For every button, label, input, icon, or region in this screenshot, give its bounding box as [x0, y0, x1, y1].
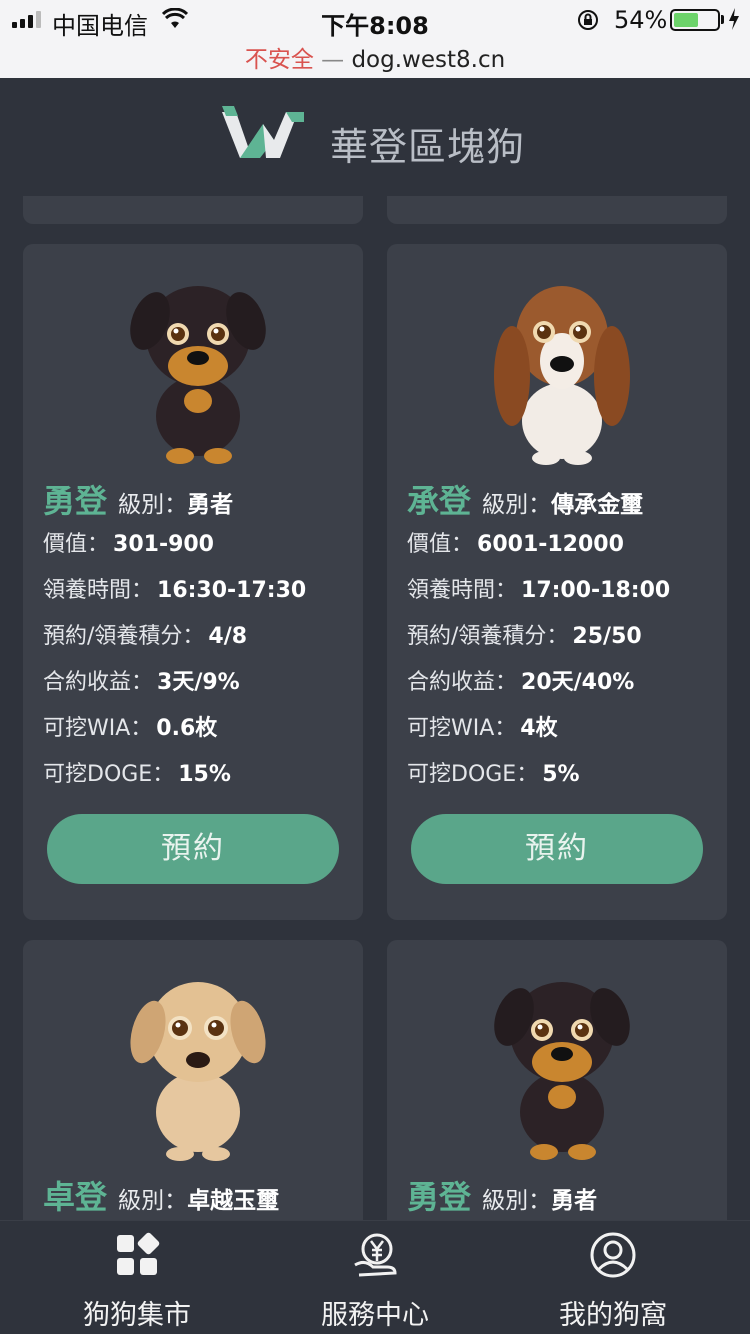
price-row: 價值： 6001-12000: [407, 526, 624, 558]
bottom-nav: 狗狗集市 服務中心 我的狗窩: [0, 1220, 750, 1334]
price-label: 價值：: [407, 532, 474, 557]
reserve-points-value: 25/50: [572, 624, 642, 649]
price-row: 價值： 301-900: [43, 526, 214, 558]
card-stub-right: [387, 196, 727, 224]
level-label: 級別：: [482, 1188, 552, 1214]
price-value: 301-900: [113, 532, 214, 557]
dog-title-row: 勇登 級別：勇者: [43, 476, 233, 522]
dog-card: 勇登 級別：勇者 價值： 301-900 領養時間： 16:30-17:30 預約/…: [23, 244, 363, 920]
nav-my-kennel[interactable]: 我的狗窩: [488, 1221, 738, 1334]
wia-value: 4枚: [520, 716, 558, 741]
orientation-lock-icon: [578, 10, 598, 30]
level-label: 級別：: [482, 492, 552, 518]
domain-text: dog.west8.cn: [351, 47, 506, 73]
adopt-time-row: 領養時間： 17:00-18:00: [407, 572, 670, 604]
app-header: 華登區塊狗: [0, 78, 750, 194]
user-circle-icon: [590, 1232, 636, 1278]
contract-label: 合約收益：: [43, 670, 154, 695]
reserve-points-value: 4/8: [208, 624, 248, 649]
charging-bolt-icon: [729, 8, 739, 30]
wia-label: 可挖WIA：: [43, 716, 153, 741]
nav-service-center[interactable]: 服務中心: [250, 1221, 500, 1334]
contract-label: 合約收益：: [407, 670, 518, 695]
wia-label: 可挖WIA：: [407, 716, 517, 741]
dog-rottweiler-image: [494, 982, 630, 1160]
battery-icon: [670, 9, 720, 31]
level-value: 卓越玉璽: [187, 1188, 280, 1214]
dog-title-row: 勇登 級別：勇者: [407, 1172, 597, 1218]
browser-chrome: 中国电信 下午8:08 54% 不安全 — dog.west8.cn: [0, 0, 750, 78]
reserve-points-label: 預約/領養積分：: [43, 624, 205, 649]
battery-cap: [721, 15, 724, 24]
dog-card: 承登 級別：傳承金璽 價值： 6001-12000 領養時間： 17:00-18:0…: [387, 244, 727, 920]
brand-logo: [222, 106, 304, 158]
level-label: 級別：: [118, 1188, 188, 1214]
card-stub-left: [23, 196, 363, 224]
nav-label: 我的狗窩: [559, 1300, 667, 1331]
level-value: 勇者: [187, 492, 234, 518]
contract-value: 20天/40%: [521, 670, 635, 695]
security-warning: 不安全: [244, 47, 314, 73]
dog-name: 勇登: [407, 1178, 472, 1216]
contract-row: 合約收益： 20天/40%: [407, 664, 634, 696]
dog-title-row: 卓登 級別：卓越玉璽: [43, 1172, 279, 1218]
address-separator: —: [321, 47, 345, 73]
doge-value: 15%: [178, 762, 231, 787]
adopt-time-value: 16:30-17:30: [157, 578, 307, 603]
nav-label: 服務中心: [321, 1300, 429, 1331]
brand-name: 華登區塊狗: [330, 125, 526, 169]
status-bar: 中国电信 下午8:08 54%: [0, 0, 750, 40]
level-value: 勇者: [551, 1188, 598, 1214]
reserve-button[interactable]: 預約: [411, 814, 703, 884]
dog-card: 卓登 級別：卓越玉璽: [23, 940, 363, 1240]
dog-name: 卓登: [43, 1178, 108, 1216]
wia-row: 可挖WIA： 4枚: [407, 710, 558, 742]
address-bar[interactable]: 不安全 — dog.west8.cn: [0, 40, 750, 74]
wia-row: 可挖WIA： 0.6枚: [43, 710, 217, 742]
wia-value: 0.6枚: [156, 716, 218, 741]
adopt-time-label: 領養時間：: [43, 578, 154, 603]
doge-label: 可挖DOGE：: [407, 762, 539, 787]
dog-title-row: 承登 級別：傳承金璽: [407, 476, 643, 522]
reserve-points-row: 預約/領養積分： 25/50: [407, 618, 642, 650]
contract-row: 合約收益： 3天/9%: [43, 664, 240, 696]
reserve-points-label: 預約/領養積分：: [407, 624, 569, 649]
doge-row: 可挖DOGE： 15%: [43, 756, 231, 788]
dog-rottweiler-image: [130, 286, 266, 464]
dog-name: 承登: [407, 482, 472, 520]
reserve-points-row: 預約/領養積分： 4/8: [43, 618, 247, 650]
adopt-time-row: 領養時間： 16:30-17:30: [43, 572, 306, 604]
price-value: 6001-12000: [477, 532, 624, 557]
doge-row: 可挖DOGE： 5%: [407, 756, 580, 788]
doge-value: 5%: [542, 762, 580, 787]
doge-label: 可挖DOGE：: [43, 762, 175, 787]
level-label: 級別：: [118, 492, 188, 518]
dog-name: 勇登: [43, 482, 108, 520]
dog-basset-image: [494, 286, 630, 465]
grid-icon: [117, 1232, 160, 1275]
contract-value: 3天/9%: [157, 670, 240, 695]
yuan-service-icon: [354, 1233, 397, 1277]
nav-label: 狗狗集市: [83, 1300, 191, 1331]
battery-percent: 54%: [614, 6, 668, 34]
dog-card: 勇登 級別：勇者: [387, 940, 727, 1240]
level-value: 傳承金璽: [551, 492, 644, 518]
reserve-button[interactable]: 預約: [47, 814, 339, 884]
adopt-time-value: 17:00-18:00: [521, 578, 671, 603]
adopt-time-label: 領養時間：: [407, 578, 518, 603]
nav-dog-market[interactable]: 狗狗集市: [12, 1221, 262, 1334]
price-label: 價值：: [43, 532, 110, 557]
dog-labrador-image: [130, 982, 266, 1161]
